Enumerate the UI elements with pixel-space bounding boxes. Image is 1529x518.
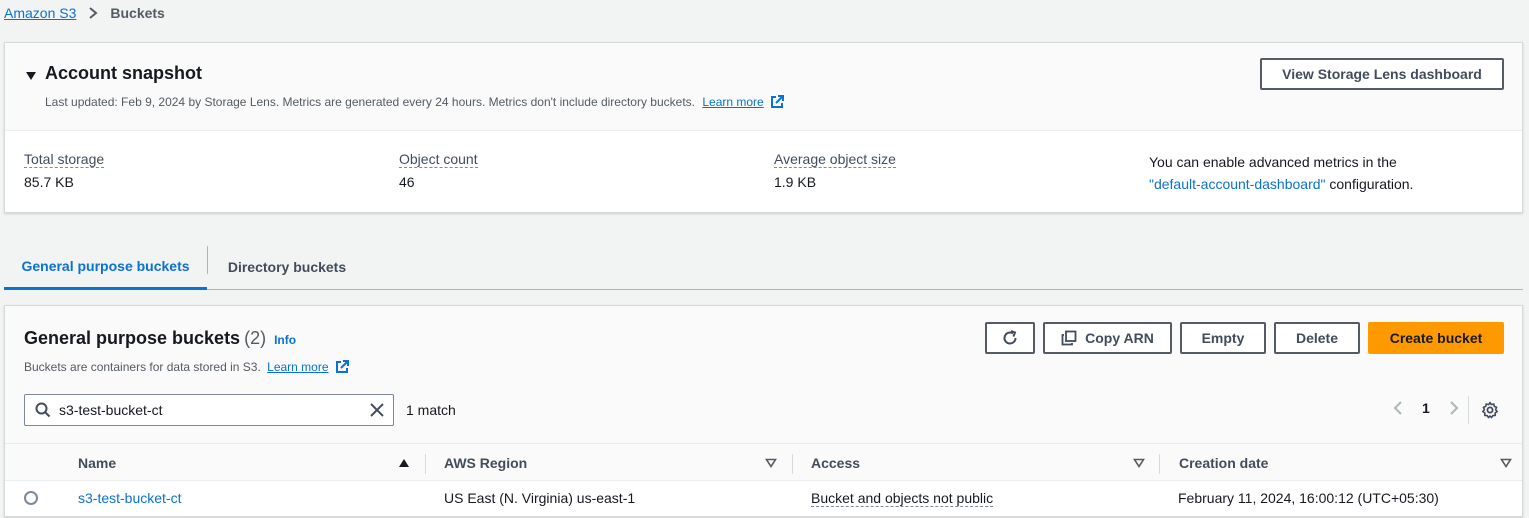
column-header-name[interactable]: Name — [78, 444, 116, 482]
metric-label[interactable]: Total storage — [24, 151, 105, 168]
copy-arn-button[interactable]: Copy ARN — [1043, 322, 1172, 354]
metric-value: 85.7 KB — [24, 174, 74, 190]
row-select-radio[interactable] — [24, 491, 38, 505]
refresh-button[interactable] — [985, 322, 1035, 354]
copy-arn-label: Copy ARN — [1085, 330, 1154, 346]
metric-object-count: Object count 46 — [399, 151, 478, 190]
metric-label[interactable]: Average object size — [774, 151, 896, 168]
sort-asc-icon[interactable] — [398, 458, 410, 468]
pager-divider — [1468, 396, 1469, 424]
delete-button[interactable]: Delete — [1274, 322, 1360, 354]
column-divider[interactable] — [1159, 454, 1160, 474]
search-icon — [35, 402, 51, 418]
account-snapshot-subtitle: Last updated: Feb 9, 2024 by Storage Len… — [45, 95, 785, 112]
column-header-access[interactable]: Access — [811, 444, 860, 482]
settings-gear-icon[interactable] — [1481, 401, 1499, 419]
refresh-icon — [1001, 329, 1019, 347]
tab-directory-buckets[interactable]: Directory buckets — [207, 244, 367, 289]
column-divider[interactable] — [792, 454, 793, 474]
search-match-count: 1 match — [406, 402, 456, 418]
bucket-name-link[interactable]: s3-test-bucket-ct — [78, 490, 181, 506]
table-header: Name AWS Region Access Creation date — [5, 443, 1522, 481]
caret-down-icon[interactable] — [25, 68, 37, 84]
external-link-icon[interactable] — [770, 95, 785, 112]
buckets-title: General purpose buckets (2) Info — [24, 328, 296, 349]
chevron-right-icon — [88, 7, 98, 19]
default-account-dashboard-link[interactable]: "default-account-dashboard" — [1149, 176, 1326, 192]
info-link[interactable]: Info — [274, 333, 296, 347]
snapshot-learn-more-link[interactable]: Learn more — [702, 95, 763, 109]
buckets-title-text: General purpose buckets — [24, 328, 241, 348]
sort-desc-icon[interactable] — [765, 458, 777, 468]
bucket-type-tabs: General purpose buckets Directory bucket… — [4, 244, 1523, 290]
general-purpose-buckets-panel: General purpose buckets (2) Info Buckets a… — [4, 305, 1523, 517]
metric-average-object-size: Average object size 1.9 KB — [774, 151, 896, 190]
bucket-access[interactable]: Bucket and objects not public — [811, 490, 994, 507]
metric-label[interactable]: Object count — [399, 151, 478, 168]
advanced-metrics-suffix: configuration. — [1325, 176, 1414, 192]
buckets-subtitle: Buckets are containers for data stored i… — [24, 360, 349, 377]
account-snapshot-panel: Account snapshot Last updated: Feb 9, 20… — [4, 42, 1523, 213]
bucket-search-input[interactable] — [59, 402, 369, 418]
bucket-search-field[interactable] — [24, 394, 394, 426]
bucket-creation-date: February 11, 2024, 16:00:12 (UTC+05:30) — [1178, 490, 1439, 506]
sort-desc-icon[interactable] — [1500, 458, 1512, 468]
buckets-learn-more-link[interactable]: Learn more — [267, 360, 328, 374]
advanced-metrics-prefix: You can enable advanced metrics in the — [1149, 154, 1397, 170]
buckets-subtitle-text: Buckets are containers for data stored i… — [24, 360, 261, 374]
metric-total-storage: Total storage 85.7 KB — [24, 151, 105, 190]
advanced-metrics-note: You can enable advanced metrics in the "… — [1149, 151, 1413, 195]
breadcrumb-amazon-s3[interactable]: Amazon S3 — [4, 5, 76, 21]
chevron-left-icon[interactable] — [1388, 400, 1408, 416]
clear-icon[interactable] — [369, 402, 385, 418]
page-number[interactable]: 1 — [1422, 400, 1430, 416]
view-storage-lens-button[interactable]: View Storage Lens dashboard — [1260, 58, 1504, 90]
column-header-aws-region[interactable]: AWS Region — [444, 444, 527, 482]
tab-general-purpose-buckets[interactable]: General purpose buckets — [4, 244, 207, 290]
breadcrumb-buckets: Buckets — [110, 5, 165, 21]
breadcrumb: Amazon S3 Buckets — [4, 4, 165, 22]
chevron-right-icon[interactable] — [1444, 400, 1464, 416]
account-snapshot-header: Account snapshot Last updated: Feb 9, 20… — [5, 43, 1522, 131]
empty-button[interactable]: Empty — [1180, 322, 1266, 354]
create-bucket-button[interactable]: Create bucket — [1368, 322, 1504, 354]
external-link-icon[interactable] — [335, 360, 349, 377]
sort-desc-icon[interactable] — [1133, 458, 1145, 468]
metric-value: 1.9 KB — [774, 174, 817, 190]
pagination: 1 — [1388, 400, 1464, 416]
column-header-creation-date[interactable]: Creation date — [1179, 444, 1268, 482]
table-row[interactable]: s3-test-bucket-ct US East (N. Virginia) … — [5, 482, 1522, 516]
account-snapshot-title[interactable]: Account snapshot — [45, 63, 202, 84]
bucket-region: US East (N. Virginia) us-east-1 — [444, 490, 636, 506]
copy-icon — [1061, 330, 1085, 346]
buckets-count: (2) — [244, 328, 267, 348]
column-divider[interactable] — [425, 454, 426, 474]
snapshot-subtitle-text: Last updated: Feb 9, 2024 by Storage Len… — [45, 95, 695, 109]
buckets-header: General purpose buckets (2) Info Buckets a… — [5, 306, 1522, 443]
metric-value: 46 — [399, 174, 415, 190]
